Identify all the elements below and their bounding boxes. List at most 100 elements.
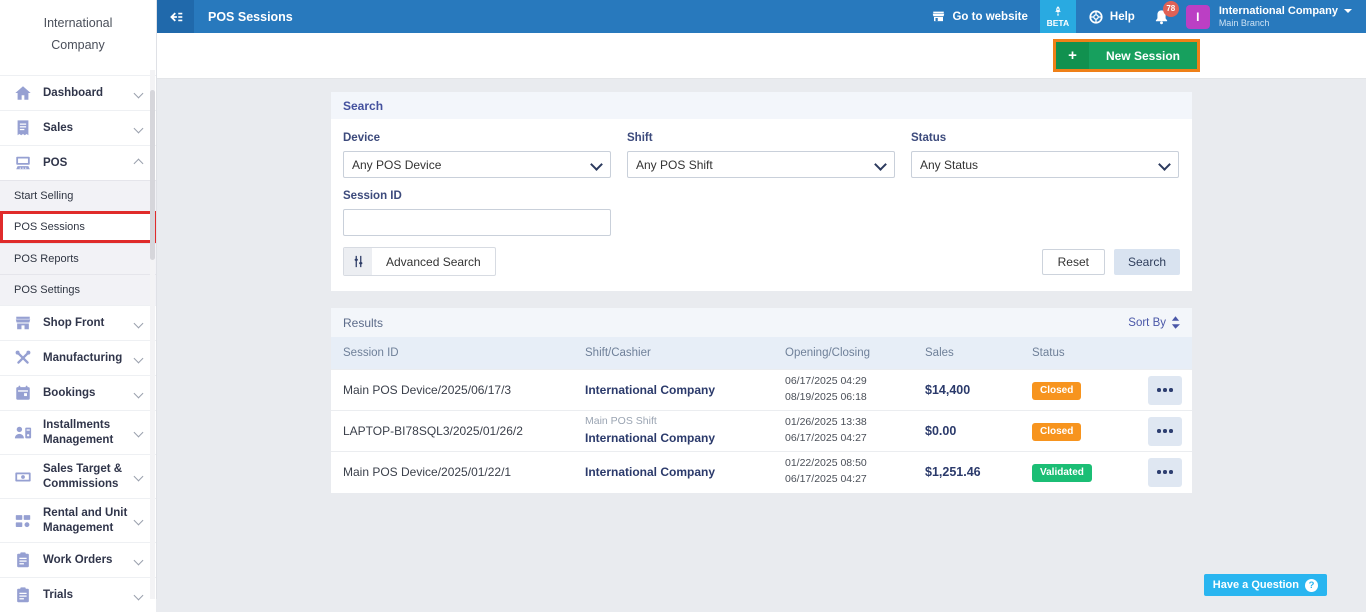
scrollbar-thumb[interactable]	[150, 90, 155, 260]
table-row[interactable]: LAPTOP-BI78SQL3/2025/01/26/2 Main POS Sh…	[331, 410, 1192, 451]
chevron-down-icon	[134, 388, 144, 398]
help-link[interactable]: Help	[1088, 9, 1135, 25]
question-mark-icon: ?	[1305, 579, 1318, 592]
search-button[interactable]: Search	[1114, 249, 1180, 275]
sort-by-label: Sort By	[1128, 317, 1166, 329]
chevron-down-icon	[134, 428, 144, 438]
submenu-item-pos-reports[interactable]: POS Reports	[0, 243, 156, 274]
status-badge: Closed	[1032, 382, 1081, 400]
notifications-button[interactable]: 78	[1153, 8, 1170, 26]
row-actions-button[interactable]	[1148, 458, 1182, 487]
sidebar-item-rental-unit-management[interactable]: Rental and Unit Management	[0, 498, 156, 542]
go-to-website-link[interactable]: Go to website	[931, 9, 1027, 24]
opening-closing-cell: 01/26/2025 13:38 06/17/2025 04:27	[785, 415, 925, 447]
sidebar-item-manufacturing[interactable]: Manufacturing	[0, 340, 156, 375]
sidebar-item-label: Trials	[43, 588, 135, 602]
sidebar-item-work-orders[interactable]: Work Orders	[0, 542, 156, 577]
search-panel: Search Device Any POS Device Shift	[331, 92, 1192, 291]
receipt-icon	[14, 119, 32, 137]
page-title: POS Sessions	[208, 10, 293, 24]
submenu-item-start-selling[interactable]: Start Selling	[0, 180, 156, 211]
collapse-arrow-icon	[167, 8, 185, 26]
action-toolbar: + New Session	[157, 33, 1366, 79]
sidebar-item-label: Shop Front	[43, 316, 135, 330]
avatar[interactable]: I	[1186, 5, 1210, 29]
submenu-item-label: POS Reports	[14, 253, 79, 265]
col-shift-cashier: Shift/Cashier	[585, 347, 785, 359]
submenu-item-label: POS Sessions	[14, 221, 85, 233]
chevron-up-icon	[134, 158, 144, 168]
search-panel-header: Search	[331, 92, 1192, 119]
tools-icon	[14, 349, 32, 367]
status-field: Status Any Status	[911, 119, 1179, 178]
col-session-id: Session ID	[343, 347, 585, 359]
sidebar-item-sales-target-commissions[interactable]: Sales Target & Commissions	[0, 454, 156, 498]
new-session-label: New Session	[1089, 49, 1197, 63]
shift-select[interactable]: Any POS Shift	[627, 151, 895, 178]
company-menu[interactable]: International Company Main Branch	[1219, 4, 1352, 30]
sidebar-item-shop-front[interactable]: Shop Front	[0, 305, 156, 340]
row-actions-button[interactable]	[1148, 417, 1182, 446]
branch-name: Main Branch	[1219, 18, 1352, 30]
status-label: Status	[911, 132, 1179, 144]
table-row[interactable]: Main POS Device/2025/06/17/3 Internation…	[331, 369, 1192, 410]
sidebar-item-label: Work Orders	[43, 553, 135, 567]
device-select[interactable]: Any POS Device	[343, 151, 611, 178]
sidebar-item-pos[interactable]: POS	[0, 145, 156, 180]
submenu-item-pos-sessions[interactable]: POS Sessions	[0, 211, 156, 243]
reset-button[interactable]: Reset	[1042, 249, 1105, 275]
go-to-website-label: Go to website	[952, 11, 1027, 23]
units-icon	[14, 512, 32, 530]
status-select[interactable]: Any Status	[911, 151, 1179, 178]
device-field: Device Any POS Device	[343, 119, 611, 178]
session-id-cell: Main POS Device/2025/06/17/3	[343, 383, 585, 397]
submenu-item-label: POS Settings	[14, 284, 80, 296]
sidebar-item-bookings[interactable]: Bookings	[0, 375, 156, 410]
table-row[interactable]: Main POS Device/2025/01/22/1 Internation…	[331, 451, 1192, 492]
beta-tab[interactable]: BETA	[1040, 0, 1076, 33]
sort-by-control[interactable]: Sort By	[1128, 316, 1180, 329]
sidebar-item-installments-management[interactable]: Installments Management	[0, 410, 156, 454]
cashier-name: International Company	[585, 383, 715, 397]
sliders-icon	[344, 248, 372, 275]
pos-submenu: Start Selling POS Sessions POS Reports P…	[0, 180, 156, 305]
sidebar-item-label: Sales Target & Commissions	[43, 462, 135, 491]
sidebar-scrollbar[interactable]	[150, 70, 155, 599]
sidebar-item-dashboard[interactable]: Dashboard	[0, 75, 156, 110]
ellipsis-icon	[1163, 470, 1167, 474]
top-bar: POS Sessions Go to website BETA Help 78 …	[157, 0, 1366, 33]
status-badge: Closed	[1032, 423, 1081, 441]
collapse-sidebar-button[interactable]	[157, 0, 194, 33]
col-sales: Sales	[925, 347, 1032, 359]
submenu-item-pos-settings[interactable]: POS Settings	[0, 274, 156, 305]
sidebar-item-sales[interactable]: Sales	[0, 110, 156, 145]
session-id-input[interactable]	[343, 209, 611, 236]
company-logo: International Company	[0, 0, 156, 75]
row-actions-button[interactable]	[1148, 376, 1182, 405]
advanced-search-button[interactable]: Advanced Search	[343, 247, 496, 276]
sidebar-item-label: Installments Management	[43, 418, 135, 447]
cashier-name: International Company	[585, 465, 715, 479]
col-opening-closing: Opening/Closing	[785, 347, 925, 359]
new-session-button[interactable]: + New Session	[1056, 42, 1197, 69]
banknote-icon	[14, 468, 32, 486]
sidebar-item-label: Manufacturing	[43, 351, 135, 365]
results-header: Results Sort By	[331, 308, 1192, 337]
closing-datetime: 06/17/2025 04:27	[785, 473, 867, 485]
sales-cell: $1,251.46	[925, 465, 1032, 479]
website-storefront-icon	[931, 9, 946, 24]
caret-down-icon	[1344, 9, 1352, 13]
shift-field: Shift Any POS Shift	[627, 119, 895, 178]
chevron-down-icon	[134, 590, 144, 600]
opening-closing-cell: 01/22/2025 08:50 06/17/2025 04:27	[785, 456, 925, 488]
sort-arrows-icon	[1171, 316, 1180, 329]
sidebar-item-label: POS	[43, 156, 135, 170]
cashier-name: International Company	[585, 431, 715, 445]
chevron-down-icon	[134, 516, 144, 526]
sidebar-item-trials[interactable]: Trials	[0, 577, 156, 612]
have-a-question-button[interactable]: Have a Question ?	[1204, 574, 1327, 596]
rocket-icon	[1052, 5, 1064, 18]
chevron-down-icon	[134, 472, 144, 482]
main-content: Search Device Any POS Device Shift	[157, 79, 1366, 599]
device-label: Device	[343, 132, 611, 144]
